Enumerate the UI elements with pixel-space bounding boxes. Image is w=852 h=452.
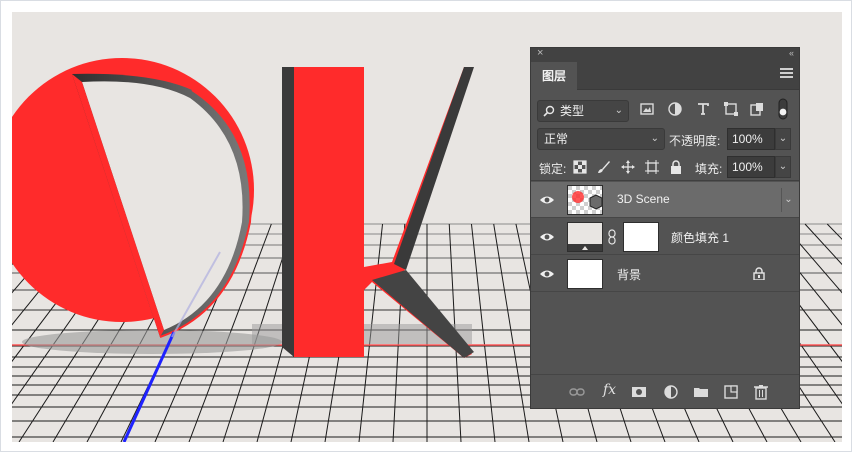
layer-row-background[interactable]: 背景 — [531, 256, 799, 292]
opacity-input[interactable]: 100% — [727, 128, 775, 150]
d-shadow — [22, 330, 282, 354]
adjustment-filter-icon[interactable] — [667, 101, 683, 117]
layer-filter-row: 类型 ⌄ — [531, 98, 799, 124]
smart-object-filter-icon[interactable] — [749, 101, 765, 117]
chevron-down-icon[interactable]: ⌄ — [781, 188, 795, 212]
3d-scene-thumbnail — [567, 185, 603, 215]
search-icon — [543, 105, 555, 117]
lock-transparent-pixels-icon[interactable] — [573, 160, 587, 174]
visibility-eye-icon[interactable] — [539, 230, 555, 244]
layer-lock-icon — [753, 267, 765, 280]
shape-filter-icon[interactable] — [723, 101, 739, 117]
lock-image-pixels-icon[interactable] — [597, 160, 611, 174]
tab-layers[interactable]: 图层 — [531, 62, 577, 90]
lock-row: 锁定: 填充: 100% ⌄ — [531, 155, 799, 181]
visibility-eye-icon[interactable] — [539, 267, 555, 281]
grid-line — [493, 223, 530, 442]
layers-panel: × ‹‹ 图层 类型 ⌄ 正常 ⌄ 不透明度: 100% ⌄ 锁定: 填充: 1… — [530, 47, 800, 409]
lock-position-icon[interactable] — [621, 160, 635, 174]
layer-mask-thumbnail[interactable] — [623, 222, 659, 252]
new-adjustment-icon[interactable] — [663, 384, 679, 400]
layer-row-color-fill[interactable]: 颜色填充 1 — [531, 219, 799, 255]
fx-icon[interactable]: fx — [603, 382, 616, 398]
filter-kind-select[interactable]: 类型 ⌄ — [537, 100, 629, 122]
layer-name: 背景 — [617, 268, 642, 282]
lock-artboard-icon[interactable] — [645, 160, 659, 174]
layer-row-3d-scene[interactable]: 3D Scene ⌄ — [531, 182, 799, 218]
text-filter-icon[interactable] — [695, 101, 711, 117]
letter-k-3d — [282, 67, 474, 358]
opacity-dropdown-button[interactable]: ⌄ — [775, 128, 791, 150]
letter-d-3d — [12, 58, 254, 338]
blend-mode-row: 正常 ⌄ 不透明度: 100% ⌄ — [531, 128, 799, 154]
opacity-label: 不透明度: — [669, 134, 721, 148]
link-layers-icon[interactable] — [569, 384, 585, 400]
fill-dropdown-button[interactable]: ⌄ — [775, 156, 791, 178]
panel-close-button[interactable]: × — [537, 47, 543, 59]
new-layer-icon[interactable] — [723, 384, 739, 400]
panel-collapse-button[interactable]: ‹‹ — [789, 48, 794, 58]
screenshot-frame: × ‹‹ 图层 类型 ⌄ 正常 ⌄ 不透明度: 100% ⌄ 锁定: 填充: 1… — [0, 0, 852, 452]
panel-title-bar: × ‹‹ — [531, 47, 799, 62]
fill-input[interactable]: 100% — [727, 156, 775, 178]
new-group-icon[interactable] — [693, 384, 709, 400]
chevron-down-icon: ⌄ — [614, 105, 623, 116]
add-mask-icon[interactable] — [631, 384, 647, 400]
3d-cube-icon — [572, 191, 603, 210]
layer-name: 颜色填充 1 — [671, 231, 730, 245]
filter-kind-label: 类型 — [560, 104, 585, 118]
blend-mode-select[interactable]: 正常 ⌄ — [537, 128, 665, 150]
layers-panel-footer: fx — [531, 374, 799, 408]
visibility-eye-icon[interactable] — [539, 193, 555, 207]
color-fill-thumbnail — [567, 222, 603, 252]
mask-link-icon[interactable] — [607, 229, 617, 245]
delete-layer-icon[interactable] — [753, 384, 769, 400]
background-thumbnail — [567, 259, 603, 289]
image-filter-icon[interactable] — [639, 101, 655, 117]
chevron-down-icon: ⌄ — [650, 133, 659, 144]
lock-all-icon[interactable] — [669, 160, 683, 174]
grid-line — [470, 223, 496, 442]
fill-label: 填充: — [695, 162, 723, 176]
blend-mode-value: 正常 — [544, 132, 569, 146]
layer-name: 3D Scene — [617, 192, 670, 206]
hamburger-menu-icon[interactable] — [780, 68, 793, 80]
panel-tab-bar: 图层 — [531, 62, 799, 90]
filter-toggle-icon[interactable] — [776, 98, 790, 120]
lock-label: 锁定: — [539, 162, 567, 176]
